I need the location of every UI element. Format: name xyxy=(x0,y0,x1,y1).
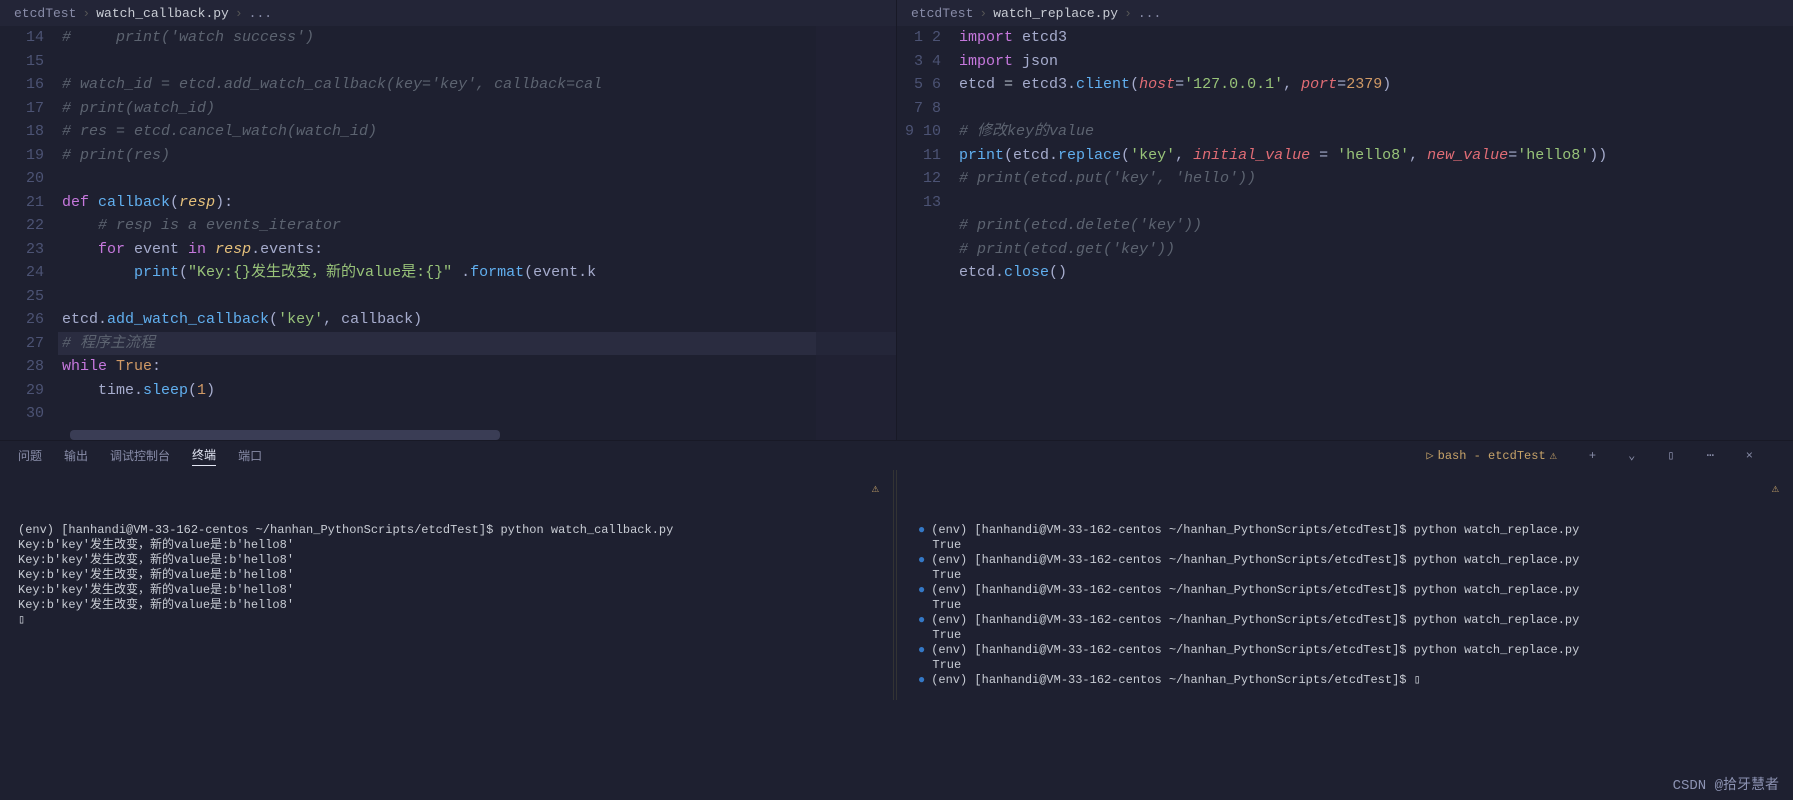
warning-icon[interactable]: ⚠ xyxy=(1772,482,1779,497)
more-icon[interactable]: ⋯ xyxy=(1707,448,1714,463)
crumb[interactable]: ... xyxy=(1138,6,1161,21)
crumb[interactable]: watch_callback.py xyxy=(96,6,229,21)
gutter: 1 2 3 4 5 6 7 8 9 10 11 12 13 xyxy=(897,26,959,440)
breadcrumb-left[interactable]: etcdTest› watch_callback.py› ... xyxy=(0,0,896,26)
code[interactable]: # print('watch success') # watch_id = et… xyxy=(62,26,896,440)
terminal-toolbar: ▷ bash - etcdTest ⚠ + ⌄ ▯ ⋯ × xyxy=(1426,448,1775,463)
horizontal-scrollbar[interactable] xyxy=(70,430,500,440)
terminal-left[interactable]: ⚠ (env) [hanhandi@VM-33-162-centos ~/han… xyxy=(0,470,894,700)
watermark: CSDN @拾牙慧者 xyxy=(1673,774,1779,794)
crumb[interactable]: etcdTest xyxy=(14,6,76,21)
crumb[interactable]: ... xyxy=(249,6,272,21)
shell-label[interactable]: bash - etcdTest xyxy=(1438,449,1546,463)
editor-right: etcdTest› watch_replace.py› ... 1 2 3 4 … xyxy=(897,0,1793,440)
add-terminal-icon[interactable]: + xyxy=(1589,449,1596,463)
crumb[interactable]: watch_replace.py xyxy=(993,6,1118,21)
debug-icon[interactable]: ▷ xyxy=(1426,448,1433,463)
tab-ports[interactable]: 端口 xyxy=(238,447,262,464)
tab-terminal[interactable]: 终端 xyxy=(192,446,216,466)
gutter: 14 15 16 17 18 19 20 21 22 23 24 25 26 2… xyxy=(0,26,62,440)
terminal-right[interactable]: ⚠ ●(env) [hanhandi@VM-33-162-centos ~/ha… xyxy=(900,470,1793,700)
split-terminal-icon[interactable]: ▯ xyxy=(1667,448,1674,463)
code-area-right[interactable]: 1 2 3 4 5 6 7 8 9 10 11 12 13 import etc… xyxy=(897,26,1793,440)
crumb[interactable]: etcdTest xyxy=(911,6,973,21)
code-area-left[interactable]: 14 15 16 17 18 19 20 21 22 23 24 25 26 2… xyxy=(0,26,896,440)
warning-icon[interactable]: ⚠ xyxy=(1550,448,1557,463)
editor-left: etcdTest› watch_callback.py› ... 14 15 1… xyxy=(0,0,897,440)
minimap[interactable] xyxy=(816,26,896,440)
tab-output[interactable]: 输出 xyxy=(64,447,88,464)
panel-tabs: 问题 输出 调试控制台 终端 端口 ▷ bash - etcdTest ⚠ + … xyxy=(0,440,1793,470)
terminal-split: ⚠ (env) [hanhandi@VM-33-162-centos ~/han… xyxy=(0,470,1793,700)
tab-problems[interactable]: 问题 xyxy=(18,447,42,464)
breadcrumb-right[interactable]: etcdTest› watch_replace.py› ... xyxy=(897,0,1793,26)
close-panel-icon[interactable]: × xyxy=(1746,449,1753,463)
code[interactable]: import etcd3import jsonetcd = etcd3.clie… xyxy=(959,26,1793,440)
warning-icon[interactable]: ⚠ xyxy=(872,482,879,497)
tab-debug-console[interactable]: 调试控制台 xyxy=(110,447,170,464)
chevron-down-icon[interactable]: ⌄ xyxy=(1628,448,1635,463)
